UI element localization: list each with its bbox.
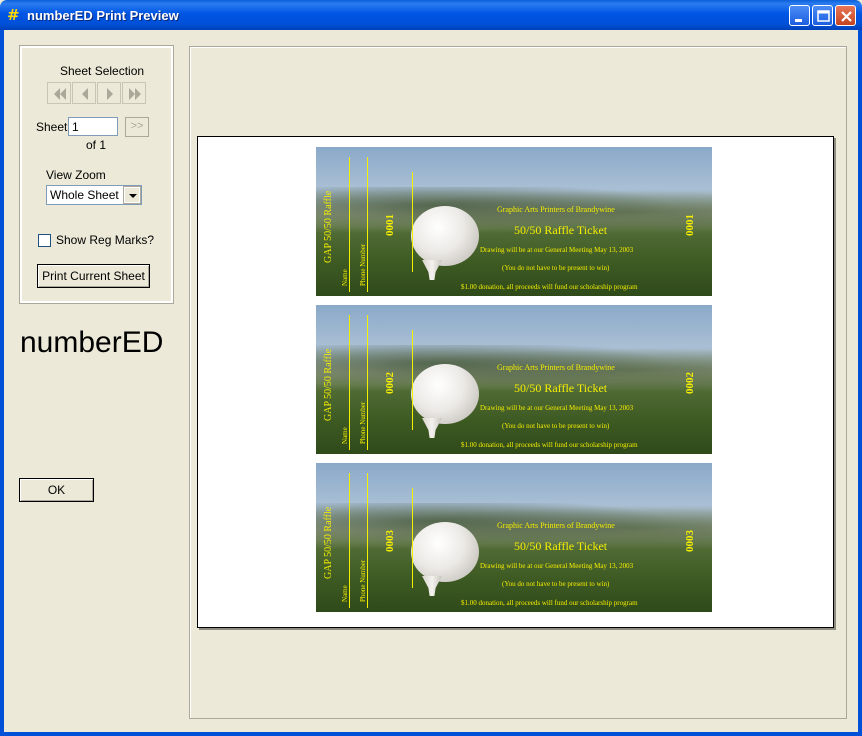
stub-divider — [412, 172, 413, 272]
presence-note: (You do not have to be present to win) — [502, 580, 610, 588]
prev-sheet-icon — [82, 88, 88, 100]
stub-phone-label: Phone Number — [359, 559, 367, 602]
chevron-down-icon — [129, 194, 137, 198]
golf-ball-image — [411, 522, 479, 582]
window-border-left — [0, 30, 4, 736]
presence-note: (You do not have to be present to win) — [502, 422, 610, 430]
first-sheet-button[interactable] — [47, 82, 71, 104]
view-zoom-select[interactable]: Whole Sheet — [46, 185, 142, 205]
stub-divider — [349, 157, 350, 292]
view-zoom-value: Whole Sheet — [50, 188, 119, 202]
stub-name-label: Name — [341, 585, 349, 602]
view-zoom-label: View Zoom — [46, 168, 106, 182]
raffle-ticket: GAP 50/50 Raffle Name Phone Number 0002 … — [316, 305, 712, 454]
raffle-ticket: GAP 50/50 Raffle Name Phone Number 0003 … — [316, 463, 712, 612]
ticket-number: 0003 — [684, 530, 696, 552]
window-title: numberED Print Preview — [27, 8, 179, 23]
show-reg-marks-label: Show Reg Marks? — [56, 233, 155, 247]
ticket-headline: 50/50 Raffle Ticket — [514, 381, 608, 395]
golf-ball-image — [411, 364, 479, 424]
close-button[interactable] — [835, 5, 856, 26]
stub-phone-label: Phone Number — [359, 401, 367, 444]
window-border-right — [858, 30, 862, 736]
drawing-info: Drawing will be at our General Meeting M… — [480, 562, 634, 570]
prev-sheet-button[interactable] — [72, 82, 96, 104]
presence-note: (You do not have to be present to win) — [502, 264, 610, 272]
stub-name-label: Name — [341, 427, 349, 444]
stub-phone-label: Phone Number — [359, 243, 367, 286]
stub-divider — [367, 473, 368, 608]
stub-divider — [412, 330, 413, 430]
title-bar[interactable]: # numberED Print Preview — [0, 0, 862, 30]
drawing-info: Drawing will be at our General Meeting M… — [480, 404, 634, 412]
donation-note: $1.00 donation, all proceeds will fund o… — [461, 599, 638, 607]
stub-ticket-number: 0001 — [384, 214, 396, 236]
maximize-icon — [817, 10, 830, 22]
stub-divider — [349, 473, 350, 608]
stub-ticket-number: 0002 — [384, 372, 396, 394]
minimize-button[interactable] — [789, 5, 810, 26]
ticket-number: 0001 — [684, 214, 696, 236]
sheet-selection-label: Sheet Selection — [60, 64, 145, 78]
first-sheet-icon — [54, 88, 66, 100]
stub-divider — [367, 315, 368, 450]
brand-logo-text: numberED — [20, 326, 164, 359]
donation-note: $1.00 donation, all proceeds will fund o… — [461, 283, 638, 291]
ticket-headline: 50/50 Raffle Ticket — [514, 539, 608, 553]
show-reg-marks-checkbox[interactable] — [38, 234, 51, 247]
window-border-bottom — [0, 732, 862, 736]
maximize-button[interactable] — [812, 5, 833, 26]
stub-ticket-number: 0003 — [384, 530, 396, 552]
last-sheet-button[interactable] — [122, 82, 146, 104]
stub-title: GAP 50/50 Raffle — [323, 190, 334, 263]
print-current-sheet-button[interactable]: Print Current Sheet — [37, 264, 150, 288]
next-sheet-icon — [107, 88, 113, 100]
stub-title: GAP 50/50 Raffle — [323, 348, 334, 421]
minimize-icon — [795, 19, 802, 22]
sheet-count-text: of 1 — [86, 138, 107, 152]
dropdown-arrow-button[interactable] — [123, 186, 141, 204]
golf-tee-image — [422, 418, 442, 438]
next-sheet-button[interactable] — [97, 82, 121, 104]
organization-name: Graphic Arts Printers of Brandywine — [497, 363, 615, 372]
last-sheet-icon — [129, 88, 141, 100]
stub-name-label: Name — [341, 269, 349, 286]
app-icon: # — [7, 6, 20, 24]
sheet-label: Sheet — [36, 120, 68, 134]
stub-divider — [412, 488, 413, 588]
golf-ball-image — [411, 206, 479, 266]
stub-title: GAP 50/50 Raffle — [323, 506, 334, 579]
raffle-ticket: GAP 50/50 Raffle Name Phone Number 0001 … — [316, 147, 712, 296]
ticket-number: 0002 — [684, 372, 696, 394]
close-icon — [841, 11, 852, 22]
donation-note: $1.00 donation, all proceeds will fund o… — [461, 441, 638, 449]
golf-tee-image — [422, 260, 442, 280]
go-to-sheet-button[interactable]: >> — [125, 117, 149, 137]
sheet-number-input[interactable] — [68, 117, 118, 136]
organization-name: Graphic Arts Printers of Brandywine — [497, 205, 615, 214]
golf-tee-image — [422, 576, 442, 596]
ticket-headline: 50/50 Raffle Ticket — [514, 223, 608, 237]
organization-name: Graphic Arts Printers of Brandywine — [497, 521, 615, 530]
stub-divider — [349, 315, 350, 450]
stub-divider — [367, 157, 368, 292]
ok-button[interactable]: OK — [19, 478, 94, 502]
drawing-info: Drawing will be at our General Meeting M… — [480, 246, 634, 254]
